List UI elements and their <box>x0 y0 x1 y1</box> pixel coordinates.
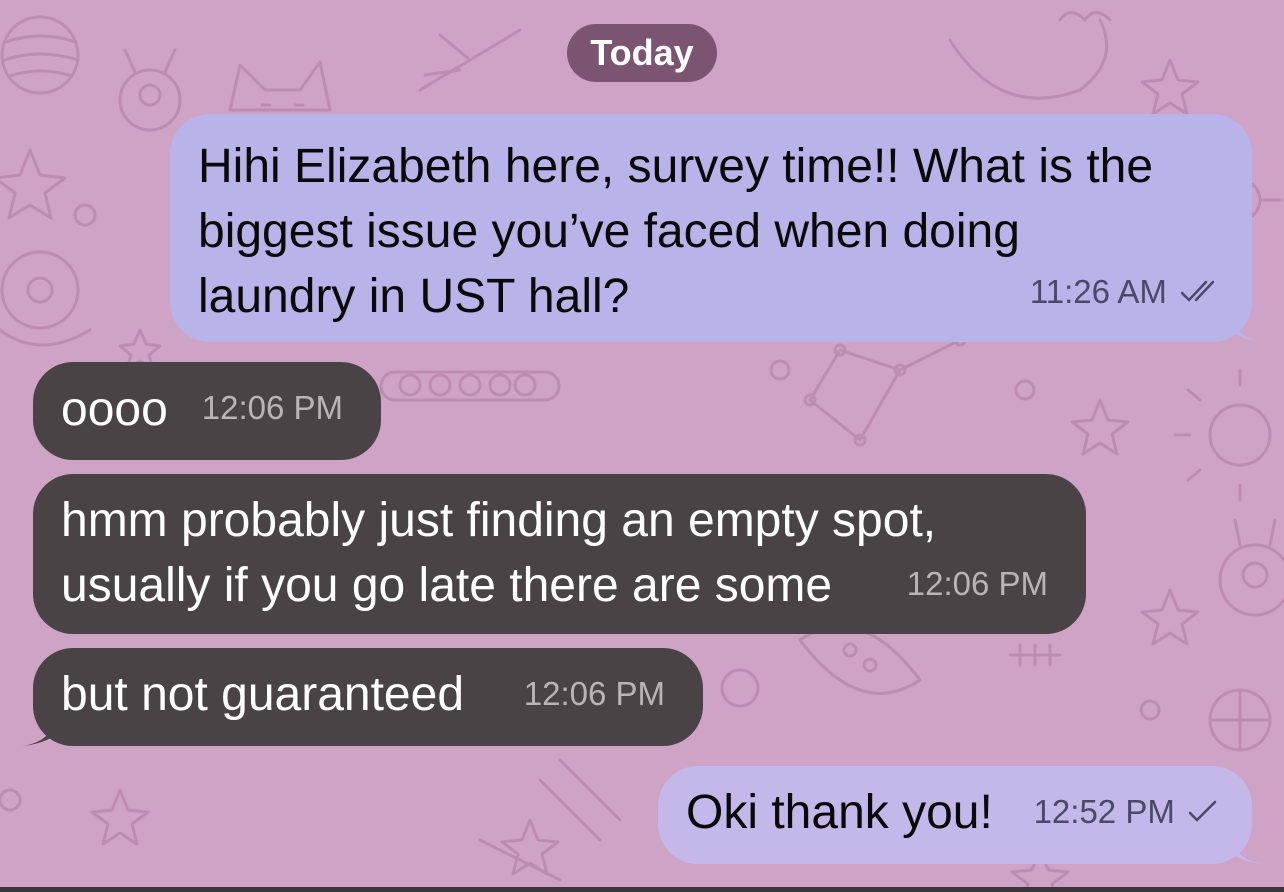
incoming-message-bubble[interactable]: but not guaranteed 12:06 PM <box>33 648 703 746</box>
message-meta: 12:52 PM <box>1034 779 1218 846</box>
incoming-bubble-tail <box>22 716 56 746</box>
message-line: Hihi Elizabeth here, survey time!! What … <box>198 140 1154 193</box>
message-line: Oki thank you! <box>686 786 993 839</box>
outgoing-bubble-tail <box>1230 312 1264 342</box>
message-timestamp: 11:26 AM <box>1029 273 1167 310</box>
chat-message-list: Today Hihi Elizabeth here, survey time!!… <box>0 0 1284 892</box>
message-meta: 11:26 AM <box>1030 259 1224 326</box>
message-timestamp: 12:06 PM <box>906 565 1048 602</box>
incoming-message-bubble[interactable]: oooo 12:06 PM <box>33 362 381 460</box>
incoming-message-bubble[interactable]: hmm probably just finding an empty spot,… <box>33 474 1086 634</box>
message-timestamp: 12:06 PM <box>523 675 665 712</box>
outgoing-message-bubble[interactable]: Hihi Elizabeth here, survey time!! What … <box>170 114 1252 342</box>
outgoing-bubble-tail <box>1230 834 1264 864</box>
message-timestamp: 12:52 PM <box>1033 793 1175 830</box>
message-line: but not guaranteed <box>61 668 465 721</box>
input-bar-edge <box>0 887 1284 892</box>
date-separator: Today <box>567 24 717 82</box>
message-line: oooo <box>61 383 168 436</box>
outgoing-message-bubble[interactable]: Oki thank you! 12:52 PM <box>658 766 1252 864</box>
message-line: biggest issue you’ve faced when doing <box>198 205 1020 258</box>
message-line: hmm probably just finding an empty spot, <box>61 494 937 547</box>
double-check-icon <box>1180 261 1224 326</box>
single-check-icon <box>1188 781 1218 846</box>
message-timestamp: 12:06 PM <box>201 389 343 426</box>
